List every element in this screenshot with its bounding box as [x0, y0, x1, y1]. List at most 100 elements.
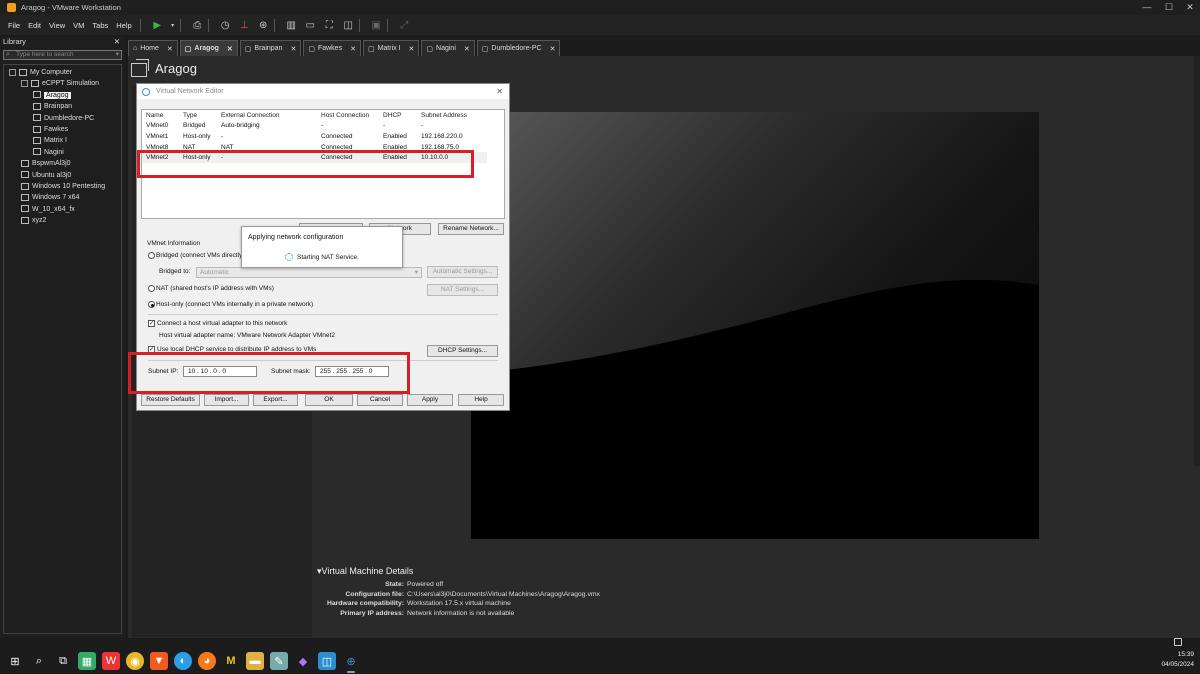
- tab-nagini[interactable]: ▢ Nagini ✕: [421, 40, 475, 56]
- table-row[interactable]: VMnet1 Host-only - Connected Enabled 192.168.…: [142, 131, 487, 142]
- snapshot-icon[interactable]: ◷: [219, 19, 232, 32]
- bridged-to-select[interactable]: Automatic ▾: [196, 267, 422, 278]
- chrome-icon[interactable]: ◉: [126, 652, 144, 670]
- obsidian-icon[interactable]: ◆: [294, 652, 312, 670]
- tab-close-icon[interactable]: ✕: [464, 45, 470, 53]
- tab-close-icon[interactable]: ✕: [350, 45, 356, 53]
- column-header[interactable]: DHCP: [379, 110, 417, 121]
- console-view-icon[interactable]: ▣: [370, 19, 383, 32]
- file-explorer-icon[interactable]: ▬: [246, 652, 264, 670]
- tab-fawkes[interactable]: ▢ Fawkes ✕: [303, 40, 361, 56]
- menu-tabs[interactable]: Tabs: [88, 21, 112, 30]
- thumbnail-bar-icon[interactable]: ▭: [304, 19, 317, 32]
- search-icon[interactable]: ⌕: [30, 652, 48, 670]
- connect-adapter-checkbox[interactable]: ✓ Connect a host virtual adapter to this …: [148, 320, 287, 327]
- expand-collapse-icon[interactable]: [21, 80, 28, 88]
- w-app-icon[interactable]: W: [102, 652, 120, 670]
- column-header[interactable]: Name: [142, 110, 179, 121]
- menu-view[interactable]: View: [45, 21, 69, 30]
- tab-close-icon[interactable]: ✕: [227, 45, 233, 53]
- menu-vm[interactable]: VM: [69, 21, 88, 30]
- bridged-to-label: Bridged to:: [159, 268, 191, 275]
- full-screen-icon[interactable]: ⛶: [323, 19, 336, 32]
- right-scrollbar[interactable]: [1194, 56, 1200, 466]
- library-item[interactable]: W_10_x64_fx: [4, 204, 121, 215]
- tab-home[interactable]: ⌂ Home ✕: [128, 40, 178, 56]
- tab-close-icon[interactable]: ✕: [167, 45, 173, 53]
- tab-label: Nagini: [436, 45, 456, 52]
- library-item[interactable]: Nagini: [4, 147, 121, 158]
- menu-help[interactable]: Help: [112, 21, 135, 30]
- vm-screen-preview[interactable]: [471, 112, 1039, 539]
- send-keys-icon[interactable]: ⎙: [191, 19, 204, 32]
- library-item[interactable]: Matrix I: [4, 135, 121, 146]
- restore-defaults-button[interactable]: Restore Defaults: [141, 394, 200, 406]
- expand-collapse-icon[interactable]: [9, 68, 16, 76]
- notes-icon[interactable]: ✎: [270, 652, 288, 670]
- show-library-icon[interactable]: ▥: [285, 19, 298, 32]
- close-button[interactable]: ✕: [1182, 0, 1198, 15]
- m-app-icon[interactable]: M: [222, 652, 240, 670]
- library-item[interactable]: BspwmAl3j0: [4, 158, 121, 169]
- power-dropdown-icon[interactable]: ▾: [170, 19, 176, 32]
- column-header[interactable]: Type: [179, 110, 217, 121]
- menu-edit[interactable]: Edit: [24, 21, 45, 30]
- apply-button[interactable]: Apply: [407, 394, 453, 406]
- automatic-settings-button[interactable]: Automatic Settings...: [427, 266, 498, 278]
- network-editor-taskbar-icon[interactable]: ⊕: [342, 652, 360, 673]
- brave-icon[interactable]: ▼: [150, 652, 168, 670]
- app-icon[interactable]: ◐: [174, 652, 192, 670]
- nat-radio[interactable]: NAT (shared host's IP address with VMs): [148, 285, 274, 292]
- ok-button[interactable]: OK: [305, 394, 353, 406]
- details-header[interactable]: ▾Virtual Machine Details: [317, 566, 817, 577]
- library-item[interactable]: xyz2: [4, 215, 121, 226]
- library-item[interactable]: Fawkes: [4, 124, 121, 135]
- host-only-radio[interactable]: Host-only (connect VMs internally in a p…: [148, 301, 313, 308]
- library-item[interactable]: Aragog: [4, 90, 121, 101]
- library-item[interactable]: eCPPT Simulation: [4, 78, 121, 89]
- library-close-icon[interactable]: ✕: [114, 37, 120, 46]
- tab-close-icon[interactable]: ✕: [290, 45, 296, 53]
- task-view-icon[interactable]: ⧉: [54, 652, 72, 670]
- library-item[interactable]: Ubuntu al3j0: [4, 170, 121, 181]
- dialog-close-icon[interactable]: ✕: [496, 87, 503, 96]
- dhcp-settings-button[interactable]: DHCP Settings...: [427, 345, 498, 357]
- notification-icon[interactable]: [1174, 638, 1182, 646]
- revert-snapshot-icon[interactable]: ⊥: [238, 19, 251, 32]
- vm-tab-icon: ▢: [244, 45, 252, 53]
- table-row[interactable]: VMnet0 Bridged Auto-bridging - - -: [142, 121, 487, 132]
- snapshot-manager-icon[interactable]: ⊛: [257, 19, 270, 32]
- windows-start-icon[interactable]: ⊞: [6, 652, 24, 670]
- maximize-button[interactable]: ☐: [1161, 0, 1177, 15]
- library-item[interactable]: My Computer: [4, 67, 121, 78]
- tab-brainpan[interactable]: ▢ Brainpan ✕: [239, 40, 302, 56]
- tab-close-icon[interactable]: ✕: [550, 45, 556, 53]
- library-item[interactable]: Brainpan: [4, 101, 121, 112]
- unity-icon[interactable]: ◫: [342, 19, 355, 32]
- library-item[interactable]: Windows 10 Pentesting: [4, 181, 121, 192]
- stretch-guest-icon[interactable]: ⤢: [398, 19, 411, 32]
- nat-settings-button[interactable]: NAT Settings...: [427, 284, 498, 296]
- library-item[interactable]: Windows 7 x64: [4, 192, 121, 203]
- tab-aragog[interactable]: ▢ Aragog ✕: [179, 40, 238, 56]
- minimize-button[interactable]: —: [1139, 0, 1155, 15]
- store-icon[interactable]: ▦: [78, 652, 96, 670]
- firefox-icon[interactable]: ◕: [198, 652, 216, 670]
- power-on-icon[interactable]: ▶: [151, 19, 164, 32]
- library-item[interactable]: Dumbledore-PC: [4, 113, 121, 124]
- tab-dumbledore-pc[interactable]: ▢ Dumbledore-PC ✕: [476, 40, 561, 56]
- tab-close-icon[interactable]: ✕: [409, 45, 415, 53]
- menu-file[interactable]: File: [4, 21, 24, 30]
- vmware-taskbar-icon[interactable]: ◫: [318, 652, 336, 670]
- system-clock[interactable]: 15:39 04/05/2024: [1161, 650, 1194, 670]
- column-header[interactable]: External Connection: [217, 110, 317, 121]
- column-header[interactable]: Subnet Address: [417, 110, 487, 121]
- column-header[interactable]: Host Connection: [317, 110, 379, 121]
- tab-matrix-i[interactable]: ▢ Matrix I ✕: [362, 40, 420, 56]
- search-dropdown-icon[interactable]: ▾: [116, 51, 119, 59]
- import-button[interactable]: Import...: [204, 394, 249, 406]
- help-button[interactable]: Help: [458, 394, 504, 406]
- cancel-button[interactable]: Cancel: [357, 394, 403, 406]
- export-button[interactable]: Export...: [253, 394, 298, 406]
- library-search-input[interactable]: ⌕ Type here to search ▾: [3, 50, 122, 60]
